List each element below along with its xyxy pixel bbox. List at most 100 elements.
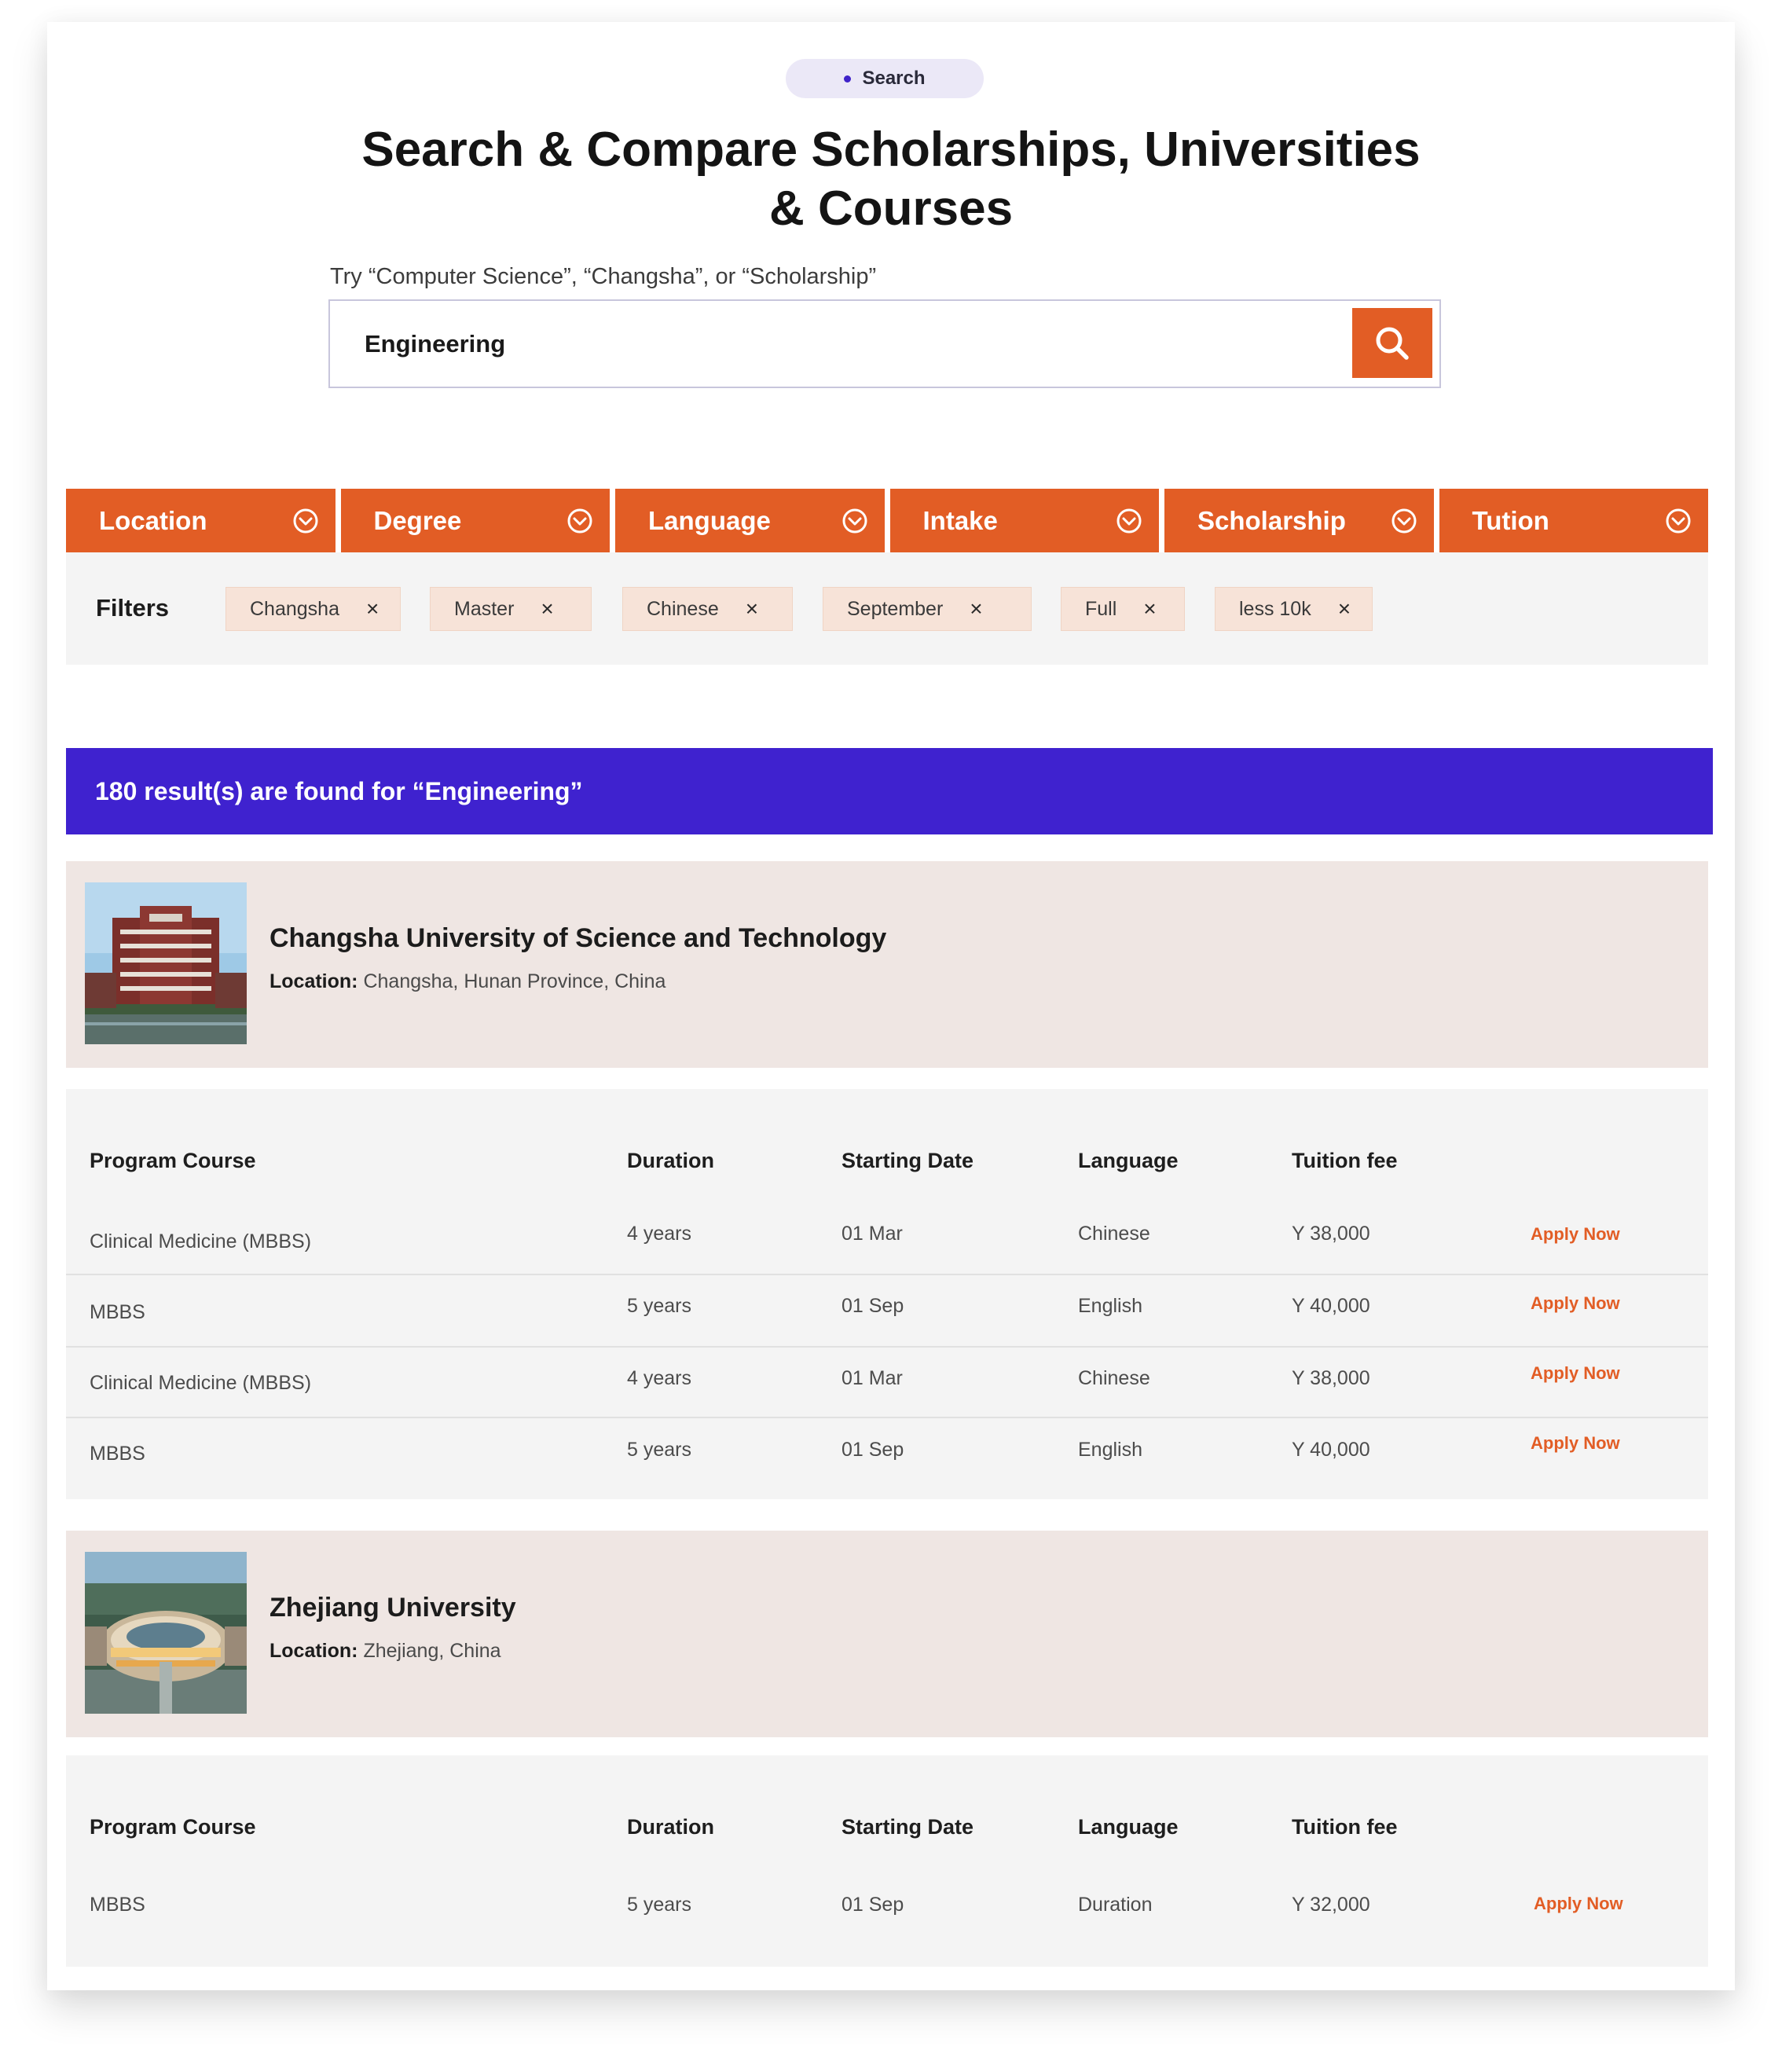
course-start: 01 Mar [842,1367,903,1389]
course-name: MBBS [90,1301,145,1323]
close-icon[interactable]: × [541,598,553,620]
column-header-start: Starting Date [842,1149,974,1172]
course-language: English [1078,1295,1142,1317]
university-name[interactable]: Zhejiang University [270,1593,516,1623]
search-hint: Try “Computer Science”, “Changsha”, or “… [330,264,877,289]
course-duration: 4 years [627,1223,691,1245]
language-dropdown[interactable]: Language [615,489,885,552]
university-card-header: Changsha University of Science and Techn… [66,861,1708,1068]
filter-chip: September × [823,587,1032,631]
course-start: 01 Mar [842,1223,903,1245]
close-icon[interactable]: × [746,598,758,620]
tuition-dropdown[interactable]: Tution [1439,489,1708,552]
filter-dropdowns: Location Degree Language Intake Scholars… [66,489,1708,552]
column-header-duration: Duration [627,1149,714,1172]
course-fee: Y 32,000 [1292,1894,1370,1916]
search-box [328,299,1441,388]
badge-label: Search [862,68,926,89]
university-location: Location: Changsha, Hunan Province, Chin… [270,970,666,993]
dropdown-label: Tution [1472,505,1549,535]
course-language: English [1078,1439,1142,1461]
course-start: 01 Sep [842,1894,904,1916]
location-dropdown[interactable]: Location [66,489,336,552]
apply-now-button[interactable]: Apply Now [1531,1433,1620,1454]
course-fee: Y 38,000 [1292,1223,1370,1245]
course-duration: 5 years [627,1894,691,1916]
chevron-down-icon [293,508,317,533]
column-header-fee: Tuition fee [1292,1815,1398,1839]
chevron-down-icon [842,508,867,533]
course-start: 01 Sep [842,1439,904,1461]
university-photo[interactable] [85,882,247,1044]
page-card: Search Search & Compare Scholarships, Un… [47,22,1735,1990]
course-duration: 5 years [627,1439,691,1461]
dropdown-label: Location [99,505,207,535]
filter-chip-label: Master [454,597,515,620]
course-duration: 5 years [627,1295,691,1317]
column-header-language: Language [1078,1149,1179,1172]
university-location: Location: Zhejiang, China [270,1640,501,1663]
scholarship-dropdown[interactable]: Scholarship [1164,489,1434,552]
course-fee: Y 38,000 [1292,1367,1370,1389]
row-divider [66,1274,1708,1275]
column-header-duration: Duration [627,1815,714,1839]
apply-now-button[interactable]: Apply Now [1531,1224,1620,1245]
chevron-down-icon [1116,508,1142,533]
filter-chip-label: September [847,597,944,620]
apply-now-button[interactable]: Apply Now [1531,1293,1620,1314]
apply-now-button[interactable]: Apply Now [1534,1894,1623,1914]
filter-chip-label: less 10k [1239,597,1311,620]
column-header-start: Starting Date [842,1815,974,1839]
dropdown-label: Degree [373,505,462,535]
course-name: Clinical Medicine (MBBS) [90,1372,312,1394]
dropdown-label: Scholarship [1197,505,1346,535]
page-title-line-1: Search & Compare Scholarships, Universit… [361,123,1421,177]
row-divider [66,1346,1708,1348]
filter-chip-label: Chinese [647,597,719,620]
chevron-down-icon [1666,508,1691,533]
apply-now-button[interactable]: Apply Now [1531,1363,1620,1384]
location-value: Zhejiang, China [363,1640,501,1662]
location-value: Changsha, Hunan Province, China [363,970,666,992]
row-divider [66,1417,1708,1418]
column-header-course: Program Course [90,1149,256,1172]
active-filters: Filters Changsha × Master × Chinese × Se… [66,552,1708,665]
degree-dropdown[interactable]: Degree [340,489,610,552]
search-badge: Search [786,59,984,98]
course-duration: 4 years [627,1367,691,1389]
course-table: Program Course Duration Starting Date La… [66,1089,1708,1499]
column-header-fee: Tuition fee [1292,1149,1398,1172]
course-fee: Y 40,000 [1292,1295,1370,1317]
filter-chip: Full × [1061,587,1185,631]
university-photo[interactable] [85,1552,247,1714]
badge-dot [844,75,852,83]
university-name[interactable]: Changsha University of Science and Techn… [270,923,886,954]
course-name: Clinical Medicine (MBBS) [90,1230,312,1252]
filter-chip: Chinese × [622,587,793,631]
search-icon [1376,327,1409,360]
location-label: Location: [270,970,358,992]
page-title: Search & Compare Scholarships, Universit… [251,120,1531,238]
close-icon[interactable]: × [1338,598,1351,620]
close-icon[interactable]: × [366,598,379,620]
dropdown-label: Intake [922,505,998,535]
course-start: 01 Sep [842,1295,904,1317]
university-card-header: Zhejiang University Location: Zhejiang, … [66,1531,1708,1737]
course-name: MBBS [90,1894,145,1916]
results-count-banner: 180 result(s) are found for “Engineering… [66,748,1713,834]
filter-chip: Changsha × [226,587,401,631]
intake-dropdown[interactable]: Intake [889,489,1159,552]
chevron-down-icon [567,508,592,533]
close-icon[interactable]: × [1143,598,1156,620]
close-icon[interactable]: × [970,598,982,620]
filters-label: Filters [96,594,170,622]
course-language: Duration [1078,1894,1153,1916]
filter-chip: Master × [430,587,592,631]
filter-chip-label: Changsha [250,597,339,620]
location-label: Location: [270,1640,358,1662]
search-button[interactable] [1352,308,1432,378]
search-input[interactable] [365,325,1331,364]
page-title-line-2: & Courses [768,182,1014,236]
dropdown-label: Language [648,505,771,535]
column-header-language: Language [1078,1815,1179,1839]
